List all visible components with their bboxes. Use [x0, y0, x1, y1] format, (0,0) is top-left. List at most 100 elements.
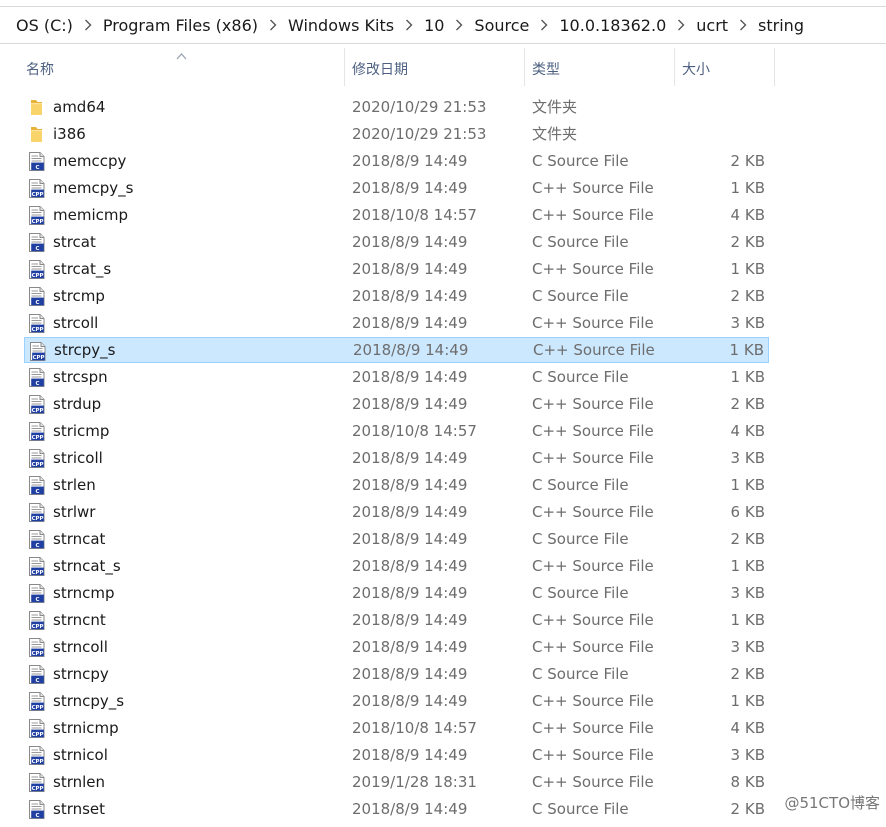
cpp-source-file-icon: CPP: [27, 449, 46, 468]
cpp-source-file-icon: CPP: [27, 179, 46, 198]
file-row[interactable]: Cstrncpy 2018/8/9 14:49 C Source File 2 KB: [24, 661, 769, 687]
file-row[interactable]: CPP strcpy_s 2018/8/9 14:49 C++ Source File…: [24, 337, 769, 363]
file-type: C++ Source File: [532, 746, 654, 764]
address-bar[interactable]: OS (C:) Program Files (x86) Windows Kits 10…: [0, 6, 886, 44]
file-row[interactable]: CPP strnlen 2019/1/28 18:31 C++ Source File…: [24, 769, 769, 795]
chevron-right-icon[interactable]: [668, 15, 694, 35]
file-row[interactable]: amd64 2020/10/29 21:53 文件夹: [24, 94, 769, 120]
column-header-name[interactable]: 名称: [26, 48, 54, 86]
file-size: 3 KB: [730, 449, 765, 467]
column-header-date[interactable]: 修改日期: [352, 48, 408, 86]
file-row[interactable]: CPP stricoll 2018/8/9 14:49 C++ Source File…: [24, 445, 769, 471]
file-type: C++ Source File: [532, 692, 654, 710]
file-name: strncpy_s: [53, 692, 125, 710]
file-row[interactable]: CPP strcat_s 2018/8/9 14:49 C++ Source File…: [24, 256, 769, 282]
file-row[interactable]: i386 2020/10/29 21:53 文件夹: [24, 121, 769, 147]
c-source-file-icon: C: [27, 152, 46, 171]
file-row[interactable]: CPP strnicol 2018/8/9 14:49 C++ Source File…: [24, 742, 769, 768]
breadcrumb-item[interactable]: 10: [422, 16, 446, 35]
file-type: C++ Source File: [533, 341, 655, 359]
file-row[interactable]: CPP strncpy_s 2018/8/9 14:49 C++ Source Fil…: [24, 688, 769, 714]
svg-text:C: C: [36, 678, 40, 684]
chevron-up-icon[interactable]: [176, 52, 187, 60]
file-size: 1 KB: [730, 368, 765, 386]
file-type: C++ Source File: [532, 449, 654, 467]
file-row[interactable]: CPP strcoll 2018/8/9 14:49 C++ Source File 3…: [24, 310, 769, 336]
cpp-source-file-icon: CPP: [28, 342, 47, 361]
svg-text:CPP: CPP: [32, 408, 44, 414]
breadcrumb-item[interactable]: ucrt: [694, 16, 730, 35]
file-row[interactable]: Cstrncmp 2018/8/9 14:49 C Source File 3 KB: [24, 580, 769, 606]
file-size: 2 KB: [730, 530, 765, 548]
file-row[interactable]: Cstrncat 2018/8/9 14:49 C Source File 2 KB: [24, 526, 769, 552]
chevron-right-icon[interactable]: [260, 15, 286, 35]
file-type: C++ Source File: [532, 260, 654, 278]
file-name: strncpy: [53, 665, 109, 683]
file-type: C Source File: [532, 800, 629, 818]
chevron-right-icon[interactable]: [75, 15, 101, 35]
file-name: amd64: [53, 98, 106, 116]
file-size: 2 KB: [730, 800, 765, 818]
file-row[interactable]: Cstrcat 2018/8/9 14:49 C Source File 2 KB: [24, 229, 769, 255]
file-row[interactable]: Cstrcspn 2018/8/9 14:49 C Source File 1 KB: [24, 364, 769, 390]
file-row[interactable]: Cmemccpy 2018/8/9 14:49 C Source File 2 KB: [24, 148, 769, 174]
chevron-right-icon[interactable]: [396, 15, 422, 35]
file-date: 2018/8/9 14:49: [352, 638, 468, 656]
file-date: 2018/10/8 14:57: [352, 206, 477, 224]
folder-icon: [27, 125, 46, 144]
file-type: C Source File: [532, 287, 629, 305]
file-type: C++ Source File: [532, 773, 654, 791]
file-type: C Source File: [532, 530, 629, 548]
file-name: strcat: [53, 233, 96, 251]
c-source-file-icon: C: [27, 665, 46, 684]
file-row[interactable]: CPP strncat_s 2018/8/9 14:49 C++ Source Fil…: [24, 553, 769, 579]
file-type: C Source File: [532, 368, 629, 386]
file-row[interactable]: Cstrcmp 2018/8/9 14:49 C Source File 2 KB: [24, 283, 769, 309]
column-headers: 名称 修改日期 类型 大小: [0, 48, 886, 88]
file-row[interactable]: CPP strdup 2018/8/9 14:49 C++ Source File 2 …: [24, 391, 769, 417]
file-name: strnset: [53, 800, 106, 818]
file-size: 1 KB: [730, 611, 765, 629]
svg-text:CPP: CPP: [32, 570, 44, 576]
file-row[interactable]: CPP memcpy_s 2018/8/9 14:49 C++ Source File…: [24, 175, 769, 201]
file-date: 2018/8/9 14:49: [352, 395, 468, 413]
file-type: C++ Source File: [532, 395, 654, 413]
chevron-right-icon[interactable]: [446, 15, 472, 35]
column-divider[interactable]: [344, 48, 345, 86]
breadcrumb-item[interactable]: Windows Kits: [286, 16, 396, 35]
breadcrumb-item[interactable]: OS (C:): [0, 16, 75, 35]
file-type: C++ Source File: [532, 503, 654, 521]
file-row[interactable]: CPP memicmp 2018/10/8 14:57 C++ Source File…: [24, 202, 769, 228]
file-type: C++ Source File: [532, 179, 654, 197]
c-source-file-icon: C: [27, 287, 46, 306]
breadcrumb-item[interactable]: 10.0.18362.0: [557, 16, 668, 35]
breadcrumb-item[interactable]: string: [756, 16, 806, 35]
svg-text:C: C: [36, 381, 40, 387]
chevron-right-icon[interactable]: [531, 15, 557, 35]
file-size: 2 KB: [730, 287, 765, 305]
cpp-source-file-icon: CPP: [27, 503, 46, 522]
file-name: memccpy: [53, 152, 127, 170]
file-row[interactable]: CPP strncoll 2018/8/9 14:49 C++ Source File…: [24, 634, 769, 660]
breadcrumb-item[interactable]: Source: [472, 16, 531, 35]
file-row[interactable]: CPP strncnt 2018/8/9 14:49 C++ Source File 1…: [24, 607, 769, 633]
file-row[interactable]: CPP strnicmp 2018/10/8 14:57 C++ Source Fil…: [24, 715, 769, 741]
file-name: i386: [53, 125, 86, 143]
file-size: 4 KB: [730, 719, 765, 737]
file-row[interactable]: Cstrnset 2018/8/9 14:49 C Source File 2 KB: [24, 796, 769, 822]
column-divider[interactable]: [674, 48, 675, 86]
column-header-type[interactable]: 类型: [532, 48, 560, 86]
file-date: 2020/10/29 21:53: [352, 98, 487, 116]
svg-text:CPP: CPP: [33, 355, 45, 361]
file-row[interactable]: CPP strlwr 2018/8/9 14:49 C++ Source File 6 …: [24, 499, 769, 525]
cpp-source-file-icon: CPP: [27, 422, 46, 441]
column-header-size[interactable]: 大小: [682, 48, 710, 86]
file-size: 1 KB: [730, 692, 765, 710]
column-divider[interactable]: [774, 48, 775, 86]
column-divider[interactable]: [524, 48, 525, 86]
chevron-right-icon[interactable]: [730, 15, 756, 35]
file-row[interactable]: Cstrlen 2018/8/9 14:49 C Source File 1 KB: [24, 472, 769, 498]
file-row[interactable]: CPP stricmp 2018/10/8 14:57 C++ Source File…: [24, 418, 769, 444]
breadcrumb-item[interactable]: Program Files (x86): [101, 16, 260, 35]
svg-text:C: C: [36, 246, 40, 252]
